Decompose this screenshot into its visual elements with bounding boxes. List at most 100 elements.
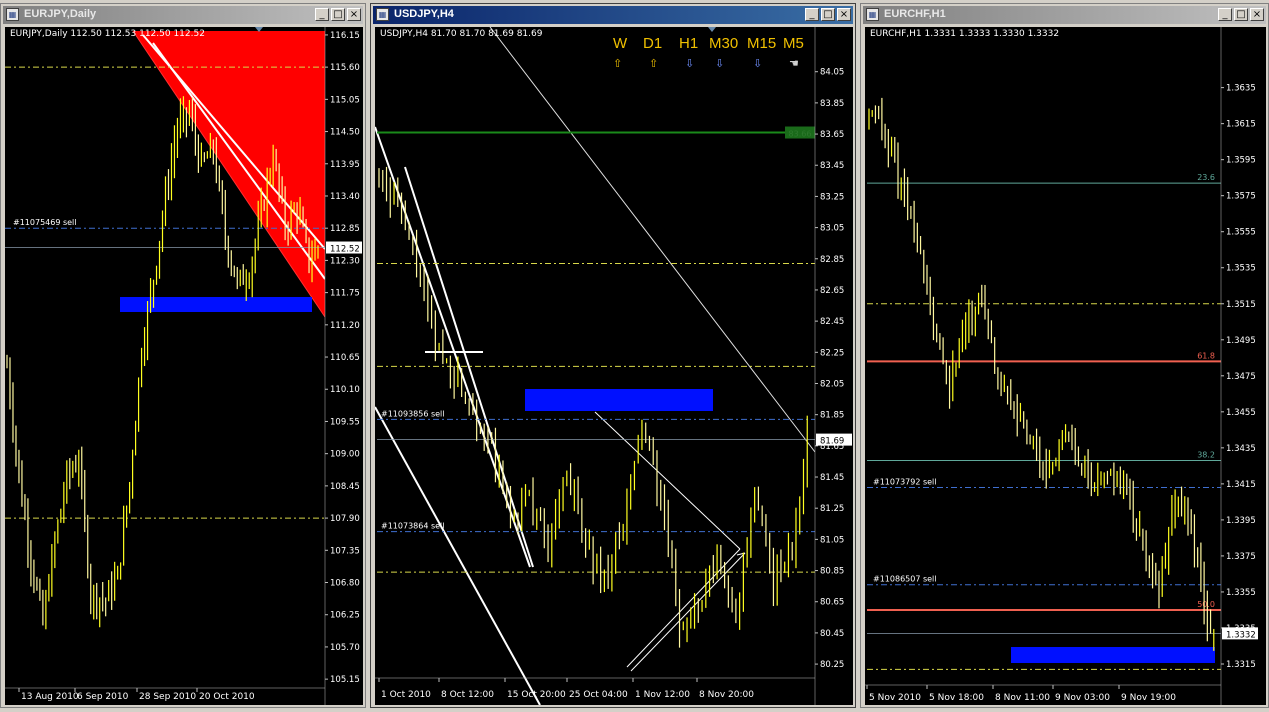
chart-canvas[interactable]: #11075469 sell 116.15 115.60 115.05 114.50 11… bbox=[5, 27, 363, 705]
price-axis-label: 80.65 bbox=[820, 598, 844, 608]
triangle-line bbox=[630, 552, 746, 672]
price-axis-label: 83.45 bbox=[820, 161, 844, 171]
price-axis-label: 106.80 bbox=[330, 579, 360, 589]
maximize-button[interactable]: □ bbox=[821, 8, 835, 21]
price-axis-label: 82.65 bbox=[820, 286, 844, 296]
current-price-label: 112.52 bbox=[330, 245, 360, 255]
triangle-line bbox=[594, 411, 741, 550]
arrow-down-icon: ⇩ bbox=[715, 57, 725, 70]
price-axis-label: 81.45 bbox=[820, 473, 844, 483]
chart-window-eurjpy[interactable]: ▦ EURJPY,Daily _ □ × #11075469 sell 116.1… bbox=[0, 3, 366, 708]
price-axis-label: 111.75 bbox=[330, 289, 360, 299]
maximize-button[interactable]: □ bbox=[331, 8, 345, 21]
price-axis-label: 1.3495 bbox=[1226, 336, 1256, 346]
chart-window-usdjpy[interactable]: ▦ USDJPY,H4 _ □ × 83.66 #11093856 sell #11… bbox=[370, 3, 856, 708]
price-chart[interactable]: #11075469 sell 116.15 115.60 115.05 114.50 11… bbox=[5, 27, 363, 705]
maximize-button[interactable]: □ bbox=[1234, 8, 1248, 21]
timeframe-label: M5 bbox=[783, 35, 804, 52]
fib-label: 61.8 bbox=[1197, 351, 1215, 360]
price-axis-label: 114.50 bbox=[330, 128, 360, 138]
price-axis-label: 1.3455 bbox=[1226, 408, 1256, 418]
window-titlebar[interactable]: ▦ USDJPY,H4 _ □ × bbox=[373, 6, 853, 24]
price-axis-label: 1.3615 bbox=[1226, 120, 1256, 130]
price-axis-label: 1.3395 bbox=[1226, 516, 1256, 526]
time-axis-label: 1 Oct 2010 bbox=[381, 690, 431, 700]
price-axis-label: 82.25 bbox=[820, 348, 844, 358]
price-axis-label: 1.3555 bbox=[1226, 228, 1256, 238]
price-axis-label: 115.05 bbox=[330, 95, 360, 105]
timeframe-label: H1 bbox=[679, 35, 699, 52]
window-titlebar[interactable]: ▦ EURJPY,Daily _ □ × bbox=[3, 6, 363, 24]
chart-canvas[interactable]: 83.66 #11093856 sell #11073864 sell 84.05 83… bbox=[375, 27, 853, 705]
arrow-down-icon: ⇩ bbox=[685, 57, 695, 70]
price-axis-label: 112.30 bbox=[330, 256, 360, 266]
chart-info: USDJPY,H4 81.70 81.70 81.69 81.69 bbox=[380, 29, 543, 39]
price-axis-label: 83.25 bbox=[820, 192, 844, 202]
close-button[interactable]: × bbox=[837, 8, 851, 21]
window-titlebar[interactable]: ▦ EURCHF,H1 _ □ × bbox=[863, 6, 1266, 24]
time-axis-label: 6 Sep 2010 bbox=[77, 692, 129, 702]
timeframe-label: W bbox=[613, 35, 628, 52]
price-axis-label: 1.3435 bbox=[1226, 444, 1256, 454]
time-axis-label: 28 Sep 2010 bbox=[139, 692, 196, 702]
time-axis-label: 8 Nov 11:00 bbox=[995, 693, 1050, 703]
fib-label: 38.2 bbox=[1197, 450, 1215, 459]
price-axis-label: 83.05 bbox=[820, 224, 844, 234]
order-label: #11073792 sell bbox=[873, 477, 937, 486]
price-axis-label: 113.40 bbox=[330, 192, 360, 202]
price-axis-label: 80.85 bbox=[820, 567, 844, 577]
order-label: #11086507 sell bbox=[873, 575, 937, 584]
price-axis-label: 81.05 bbox=[820, 535, 844, 545]
price-axis-label: 112.85 bbox=[330, 224, 360, 234]
price-axis-label: 109.55 bbox=[330, 417, 360, 427]
chart-window-icon: ▦ bbox=[6, 8, 19, 21]
price-axis-label: 1.3475 bbox=[1226, 372, 1256, 382]
price-axis-label: 1.3635 bbox=[1226, 84, 1256, 94]
price-axis-label: 81.25 bbox=[820, 504, 844, 514]
time-axis-label: 25 Oct 04:00 bbox=[569, 690, 628, 700]
minimize-button[interactable]: _ bbox=[315, 8, 329, 21]
price-axis-label: 107.35 bbox=[330, 546, 360, 556]
price-chart[interactable]: 83.66 #11093856 sell #11073864 sell 84.05 83… bbox=[375, 27, 853, 705]
time-axis-label: 9 Nov 19:00 bbox=[1121, 693, 1176, 703]
close-button[interactable]: × bbox=[1250, 8, 1264, 21]
window-title: USDJPY,H4 bbox=[394, 8, 454, 20]
time-axis-label: 8 Nov 20:00 bbox=[699, 690, 754, 700]
arrow-up-icon: ⇧ bbox=[649, 57, 659, 70]
price-chart[interactable]: 23.6 61.8 38.2 50.0 #11073792 sell #11086507 … bbox=[865, 27, 1266, 705]
price-axis-label: 1.3415 bbox=[1226, 480, 1256, 490]
price-axis-label: 111.20 bbox=[330, 321, 360, 331]
time-axis-label: 5 Nov 18:00 bbox=[929, 693, 984, 703]
price-axis-label: 82.45 bbox=[820, 317, 844, 327]
close-button[interactable]: × bbox=[347, 8, 361, 21]
time-axis-label: 5 Nov 2010 bbox=[869, 693, 921, 703]
minimize-button[interactable]: _ bbox=[1218, 8, 1232, 21]
price-axis-label: 116.15 bbox=[330, 31, 360, 41]
triangle-line bbox=[626, 548, 741, 668]
price-axis-label: 83.65 bbox=[820, 130, 844, 140]
supply-zone-blue bbox=[120, 297, 312, 312]
price-axis-label: 1.3515 bbox=[1226, 300, 1256, 310]
time-axis-label: 1 Nov 12:00 bbox=[635, 690, 690, 700]
time-axis-label: 13 Aug 2010 bbox=[21, 692, 79, 702]
price-axis-label: 113.95 bbox=[330, 160, 360, 170]
supply-zone-blue bbox=[525, 389, 713, 411]
chart-info: EURCHF,H1 1.3331 1.3333 1.3330 1.3332 bbox=[870, 29, 1060, 39]
chart-canvas[interactable]: 23.6 61.8 38.2 50.0 #11073792 sell #11086507 … bbox=[865, 27, 1266, 705]
order-label: #11073864 sell bbox=[381, 522, 445, 531]
minimize-button[interactable]: _ bbox=[805, 8, 819, 21]
price-axis-label: 115.60 bbox=[330, 63, 360, 73]
window-title: EURJPY,Daily bbox=[24, 8, 97, 20]
time-axis-label: 9 Nov 03:00 bbox=[1055, 693, 1110, 703]
timeframe-label: M30 bbox=[709, 35, 739, 52]
price-axis-label: 1.3595 bbox=[1226, 156, 1256, 166]
price-axis-label: 1.3355 bbox=[1226, 588, 1256, 598]
price-axis-label: 106.25 bbox=[330, 611, 360, 621]
support-zone-blue bbox=[1011, 647, 1215, 663]
price-axis-label: 80.25 bbox=[820, 660, 844, 670]
arrow-up-icon: ⇧ bbox=[613, 57, 623, 70]
chart-window-eurchf[interactable]: ▦ EURCHF,H1 _ □ × 23.6 61.8 38.2 50.0 #11073… bbox=[860, 3, 1269, 708]
price-axis-label: 1.3315 bbox=[1226, 660, 1256, 670]
time-axis-label: 8 Oct 12:00 bbox=[441, 690, 494, 700]
order-label: #11075469 sell bbox=[13, 218, 77, 227]
